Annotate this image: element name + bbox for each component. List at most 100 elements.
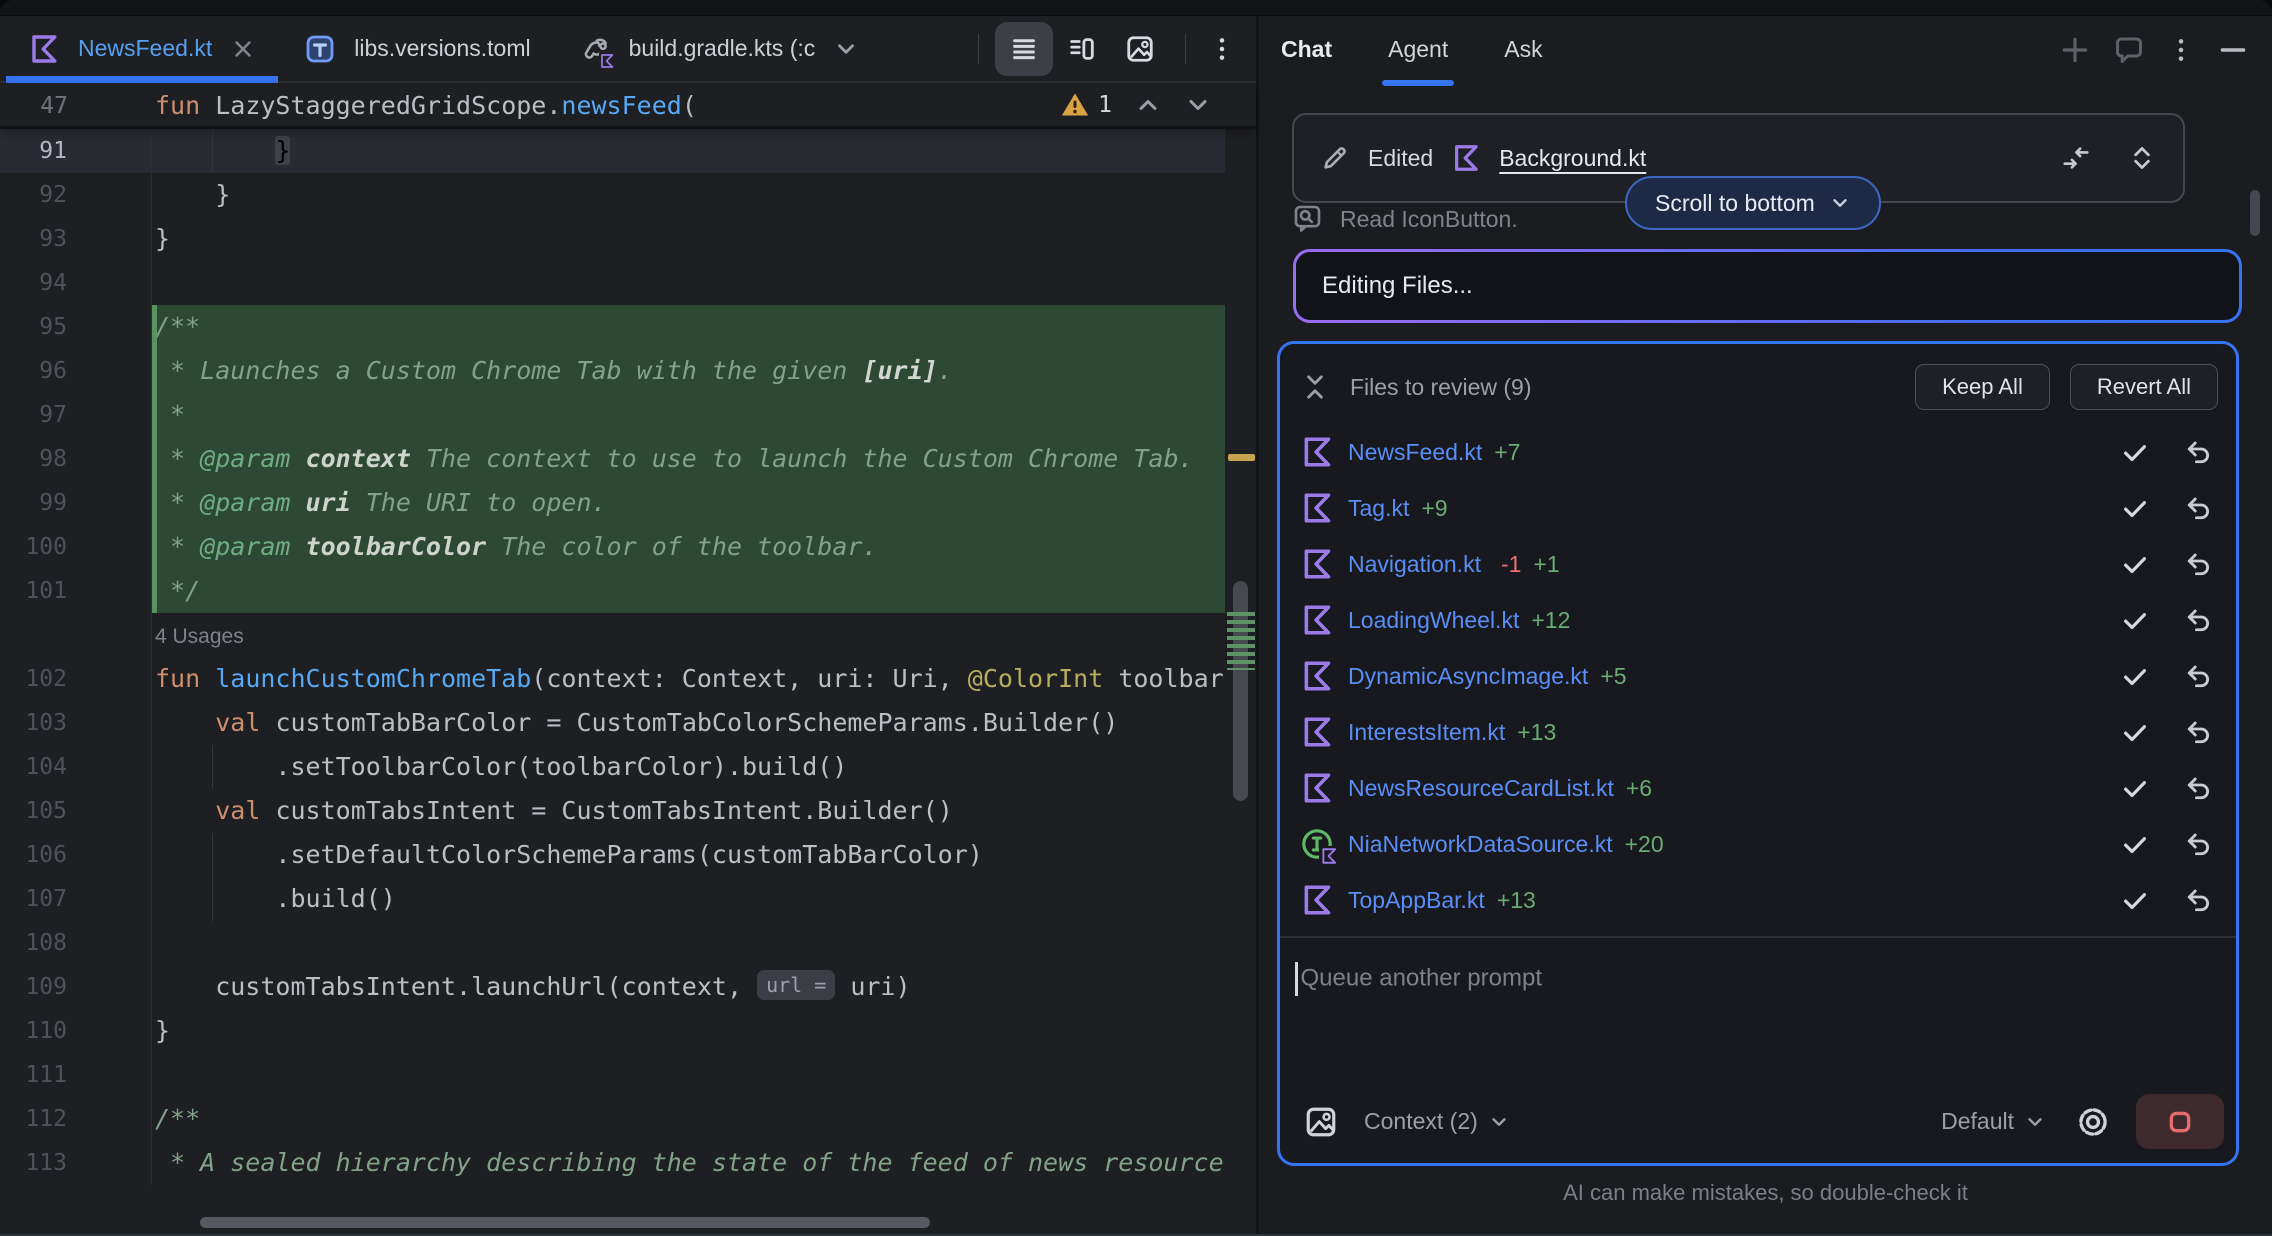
- prompt-input[interactable]: Queue another prompt: [1280, 938, 2236, 1094]
- horizontal-scrollbar-thumb[interactable]: [200, 1217, 930, 1228]
- editor-list-icon[interactable]: [995, 22, 1053, 76]
- line-number: [0, 613, 152, 657]
- chat-scrollbar-thumb[interactable]: [2250, 190, 2260, 236]
- tab-chat[interactable]: Chat: [1281, 16, 1332, 83]
- line-code: .build(): [152, 877, 1225, 921]
- stripe-warning-mark[interactable]: [1228, 454, 1255, 461]
- file-name-link[interactable]: NewsResourceCardList.kt: [1348, 775, 1614, 802]
- image-preview-icon[interactable]: [1111, 22, 1169, 76]
- more-vertical-icon[interactable]: [2166, 33, 2196, 67]
- line-number: 91: [0, 129, 152, 173]
- file-review-row[interactable]: NewsFeed.kt +7: [1280, 424, 2236, 480]
- undo-icon[interactable]: [2184, 773, 2214, 803]
- tab-ask[interactable]: Ask: [1504, 16, 1542, 83]
- line-code: /**: [152, 305, 1225, 349]
- undo-icon[interactable]: [2184, 829, 2214, 859]
- undo-icon[interactable]: [2184, 549, 2214, 579]
- file-name-link[interactable]: Tag.kt: [1348, 495, 1409, 522]
- file-review-row[interactable]: Tag.kt +9: [1280, 480, 2236, 536]
- line-code: * Launches a Custom Chrome Tab with the …: [152, 349, 1225, 393]
- sticky-context-line[interactable]: 47 fun LazyStaggeredGridScope.newsFeed( …: [0, 83, 1256, 129]
- chevron-down-icon[interactable]: [1488, 1111, 1510, 1133]
- line-number: 107: [0, 877, 152, 921]
- split-editor-icon[interactable]: [1053, 22, 1111, 76]
- warning-badge[interactable]: 1: [1060, 90, 1112, 120]
- file-name-link[interactable]: DynamicAsyncImage.kt: [1348, 663, 1588, 690]
- check-icon[interactable]: [2120, 829, 2150, 859]
- undo-icon[interactable]: [2184, 605, 2214, 635]
- line-number: 108: [0, 921, 152, 965]
- tab-newsfeed-kt[interactable]: NewsFeed.kt: [4, 16, 280, 81]
- check-icon[interactable]: [2120, 549, 2150, 579]
- file-name-link[interactable]: LoadingWheel.kt: [1348, 607, 1519, 634]
- comment-icon[interactable]: [2112, 33, 2146, 67]
- added-lines-count: +7: [1494, 439, 1520, 466]
- file-name-link[interactable]: NiaNetworkDataSource.kt: [1348, 831, 1613, 858]
- expand-icon[interactable]: [2127, 143, 2157, 173]
- context-selector[interactable]: Context (2): [1364, 1108, 1478, 1135]
- image-attach-icon[interactable]: [1304, 1105, 1338, 1139]
- line-code: }: [152, 217, 1225, 261]
- undo-icon[interactable]: [2184, 493, 2214, 523]
- file-review-row[interactable]: InterestsItem.kt +13: [1280, 704, 2236, 760]
- toml-file-icon: [304, 33, 336, 65]
- undo-icon[interactable]: [2184, 717, 2214, 747]
- undo-icon[interactable]: [2184, 437, 2214, 467]
- check-icon[interactable]: [2120, 661, 2150, 691]
- next-change-icon[interactable]: [1184, 91, 1212, 119]
- file-name-link[interactable]: NewsFeed.kt: [1348, 439, 1482, 466]
- tab-label: build.gradle.kts (:c: [629, 35, 816, 62]
- line-code: }: [152, 1009, 1225, 1053]
- chevron-down-icon[interactable]: [833, 36, 859, 62]
- editor-pane: NewsFeed.kt libs.versions.toml build.gra…: [0, 16, 1259, 1235]
- file-name-link[interactable]: InterestsItem.kt: [1348, 719, 1505, 746]
- tab-libs-versions-toml[interactable]: libs.versions.toml: [280, 16, 554, 81]
- tab-build-gradle-kts[interactable]: build.gradle.kts (:c: [555, 16, 884, 81]
- more-vertical-icon[interactable]: [1202, 22, 1242, 76]
- file-review-row[interactable]: LoadingWheel.kt +12: [1280, 592, 2236, 648]
- line-number: 93: [0, 217, 152, 261]
- file-review-row[interactable]: DynamicAsyncImage.kt +5: [1280, 648, 2236, 704]
- close-tab-icon[interactable]: [230, 36, 256, 62]
- file-review-row[interactable]: Navigation.kt -1 +1: [1280, 536, 2236, 592]
- line-code: customTabsIntent.launchUrl(context, url …: [152, 965, 1225, 1009]
- files-list: NewsFeed.kt +7 Tag.kt +9 Navigation.kt -…: [1280, 424, 2236, 928]
- file-review-row[interactable]: NiaNetworkDataSource.kt +20: [1280, 816, 2236, 872]
- model-selector[interactable]: Default: [1941, 1108, 2014, 1135]
- line-number: 109: [0, 965, 152, 1009]
- scroll-to-bottom-button[interactable]: Scroll to bottom: [1625, 176, 1881, 230]
- line-number: 105: [0, 789, 152, 833]
- check-icon[interactable]: [2120, 717, 2150, 747]
- code-lines[interactable]: 91 } 92 } 93 } 94 95 /** 96 * Launches a…: [0, 129, 1225, 1185]
- check-icon[interactable]: [2120, 437, 2150, 467]
- undo-icon[interactable]: [2184, 661, 2214, 691]
- file-name-link[interactable]: Navigation.kt: [1348, 551, 1481, 578]
- check-icon[interactable]: [2120, 493, 2150, 523]
- undo-icon[interactable]: [2184, 885, 2214, 915]
- line-code: .setDefaultColorSchemeParams(customTabBa…: [152, 833, 1225, 877]
- prev-change-icon[interactable]: [1134, 91, 1162, 119]
- tab-label: NewsFeed.kt: [78, 35, 212, 62]
- edited-file-link[interactable]: Background.kt: [1499, 145, 1646, 172]
- file-name-link[interactable]: TopAppBar.kt: [1348, 887, 1485, 914]
- check-icon[interactable]: [2120, 605, 2150, 635]
- check-icon[interactable]: [2120, 773, 2150, 803]
- check-icon[interactable]: [2120, 885, 2150, 915]
- gradle-file-icon: [579, 33, 611, 65]
- file-review-row[interactable]: TopAppBar.kt +13: [1280, 872, 2236, 928]
- code-line: 109 customTabsIntent.launchUrl(context, …: [0, 965, 1225, 1009]
- revert-all-button[interactable]: Revert All: [2070, 364, 2218, 410]
- stop-button[interactable]: [2136, 1094, 2224, 1149]
- hide-window-icon[interactable]: [2216, 33, 2250, 67]
- add-icon[interactable]: [2058, 33, 2092, 67]
- line-code: * @param toolbarColor The color of the t…: [152, 525, 1225, 569]
- chevron-down-icon[interactable]: [2024, 1111, 2046, 1133]
- file-review-row[interactable]: NewsResourceCardList.kt +6: [1280, 760, 2236, 816]
- tab-agent[interactable]: Agent: [1388, 16, 1448, 83]
- line-number: 101: [0, 569, 152, 613]
- stop-icon: [2165, 1107, 2195, 1137]
- collapse-icon[interactable]: [1300, 372, 1330, 402]
- diff-arrows-icon[interactable]: [2061, 143, 2091, 173]
- settings-gear-icon[interactable]: [2074, 1103, 2112, 1141]
- keep-all-button[interactable]: Keep All: [1915, 364, 2050, 410]
